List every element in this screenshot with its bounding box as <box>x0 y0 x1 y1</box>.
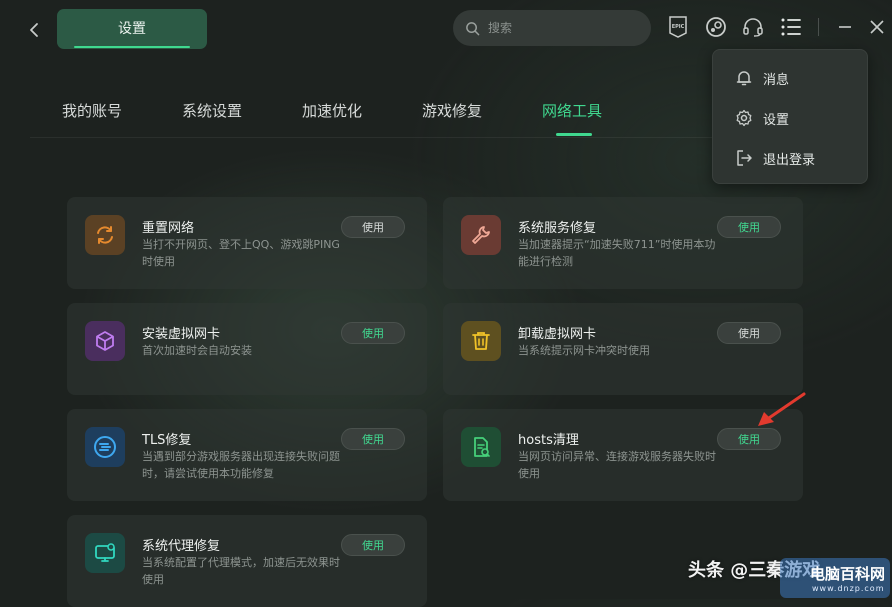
tool-desc: 当系统配置了代理模式，加速后无效果时使用 <box>142 556 340 586</box>
support-button[interactable] <box>740 14 766 40</box>
search-icon <box>466 21 480 35</box>
use-button-reset-network[interactable]: 使用 <box>341 216 405 238</box>
search-box[interactable] <box>453 10 651 46</box>
menu-item-settings[interactable]: 设置 <box>735 105 789 131</box>
tool-name: 重置网络 <box>142 221 195 236</box>
search-input[interactable] <box>486 20 640 36</box>
menu-button[interactable] <box>778 14 804 40</box>
epic-icon: EPIC <box>669 16 687 38</box>
menu-item-logout[interactable]: 退出登录 <box>735 145 815 171</box>
tool-desc: 首次加速时会自动安装 <box>142 344 252 357</box>
page-title: 设置 <box>118 21 146 37</box>
tool-icon-box <box>85 321 125 361</box>
close-icon <box>870 20 884 34</box>
tls-icon <box>94 436 116 458</box>
tool-card-reset-network: 重置网络 当打不开网页、登不上QQ、游戏跳PING时使用 使用 <box>67 197 427 289</box>
menu-item-messages[interactable]: 消息 <box>735 65 789 91</box>
tool-icon-box <box>85 533 125 573</box>
chevron-left-icon <box>30 23 38 37</box>
bell-icon <box>736 71 752 86</box>
tool-card-hosts-clean: hosts清理 当网页访问异常、连接游戏服务器失败时使用 使用 <box>443 409 803 501</box>
tool-icon-box <box>461 215 501 255</box>
close-button[interactable] <box>864 14 890 40</box>
page-title-tab[interactable]: 设置 <box>57 9 207 49</box>
monitor-icon <box>95 543 115 562</box>
tool-name: TLS修复 <box>142 433 192 448</box>
tool-desc: 当系统提示网卡冲突时使用 <box>518 344 650 357</box>
tool-desc: 当加速器提示“加速失败711”时使用本功能进行检测 <box>518 238 716 268</box>
toolbar-divider <box>818 18 819 36</box>
use-button-install-adapter[interactable]: 使用 <box>341 322 405 344</box>
watermark-logo: 电脑百科网 www.dnzp.com <box>780 558 890 598</box>
tab-acceleration[interactable]: 加速优化 <box>302 100 362 121</box>
minimize-button[interactable] <box>832 14 858 40</box>
file-clean-icon <box>474 437 490 457</box>
tool-name: 系统服务修复 <box>518 221 597 236</box>
use-button-hosts-clean[interactable]: 使用 <box>717 428 781 450</box>
page-title-underline <box>74 46 190 48</box>
cube-icon <box>96 331 114 351</box>
tab-network-tools[interactable]: 网络工具 <box>542 100 602 121</box>
tab-game-repair[interactable]: 游戏修复 <box>422 100 482 121</box>
menu-item-label: 退出登录 <box>763 152 816 168</box>
minimize-icon <box>839 26 851 28</box>
steam-button[interactable] <box>703 14 729 40</box>
annotation-arrow <box>758 392 806 426</box>
use-button-service-repair[interactable]: 使用 <box>717 216 781 238</box>
epic-label: EPIC <box>672 24 685 30</box>
main-menu-dropdown: 消息 设置 退出登录 <box>712 49 868 184</box>
tab-my-account[interactable]: 我的账号 <box>62 100 122 121</box>
tool-card-proxy-repair: 系统代理修复 当系统配置了代理模式，加速后无效果时使用 使用 <box>67 515 427 607</box>
tool-name: 卸载虚拟网卡 <box>518 327 597 342</box>
tool-card-uninstall-adapter: 卸载虚拟网卡 当系统提示网卡冲突时使用 使用 <box>443 303 803 395</box>
tool-desc: 当网页访问异常、连接游戏服务器失败时使用 <box>518 450 716 480</box>
use-button-uninstall-adapter[interactable]: 使用 <box>717 322 781 344</box>
watermark-logo-url: www.dnzp.com <box>812 584 885 593</box>
tool-name: hosts清理 <box>518 433 579 448</box>
trash-icon <box>472 332 490 350</box>
tool-card-install-adapter: 安装虚拟网卡 首次加速时会自动安装 使用 <box>67 303 427 395</box>
active-tab-indicator <box>556 133 592 136</box>
tool-name: 系统代理修复 <box>142 539 221 554</box>
watermark-logo-text: 电脑百科网 <box>810 565 886 583</box>
back-button[interactable] <box>22 16 46 44</box>
tool-icon-box <box>461 427 501 467</box>
steam-icon <box>706 17 726 37</box>
tool-desc: 当遇到部分游戏服务器出现连接失败问题时，请尝试使用本功能修复 <box>142 450 340 480</box>
headset-icon <box>743 18 763 37</box>
wrench-icon <box>472 226 490 244</box>
menu-item-label: 消息 <box>763 72 790 88</box>
gear-icon <box>736 109 752 127</box>
tool-desc: 当打不开网页、登不上QQ、游戏跳PING时使用 <box>142 238 340 268</box>
tool-icon-box <box>461 321 501 361</box>
refresh-icon <box>97 226 113 244</box>
tool-icon-box <box>85 215 125 255</box>
epic-button[interactable]: EPIC <box>665 14 691 40</box>
menu-icon <box>781 18 801 36</box>
tool-card-service-repair: 系统服务修复 当加速器提示“加速失败711”时使用本功能进行检测 使用 <box>443 197 803 289</box>
menu-item-label: 设置 <box>763 112 790 128</box>
tab-system-settings[interactable]: 系统设置 <box>182 100 242 121</box>
use-button-proxy-repair[interactable]: 使用 <box>341 534 405 556</box>
use-button-tls-repair[interactable]: 使用 <box>341 428 405 450</box>
tool-name: 安装虚拟网卡 <box>142 327 221 342</box>
tool-icon-box <box>85 427 125 467</box>
tool-card-tls-repair: TLS修复 当遇到部分游戏服务器出现连接失败问题时，请尝试使用本功能修复 使用 <box>67 409 427 501</box>
logout-icon <box>737 150 752 166</box>
